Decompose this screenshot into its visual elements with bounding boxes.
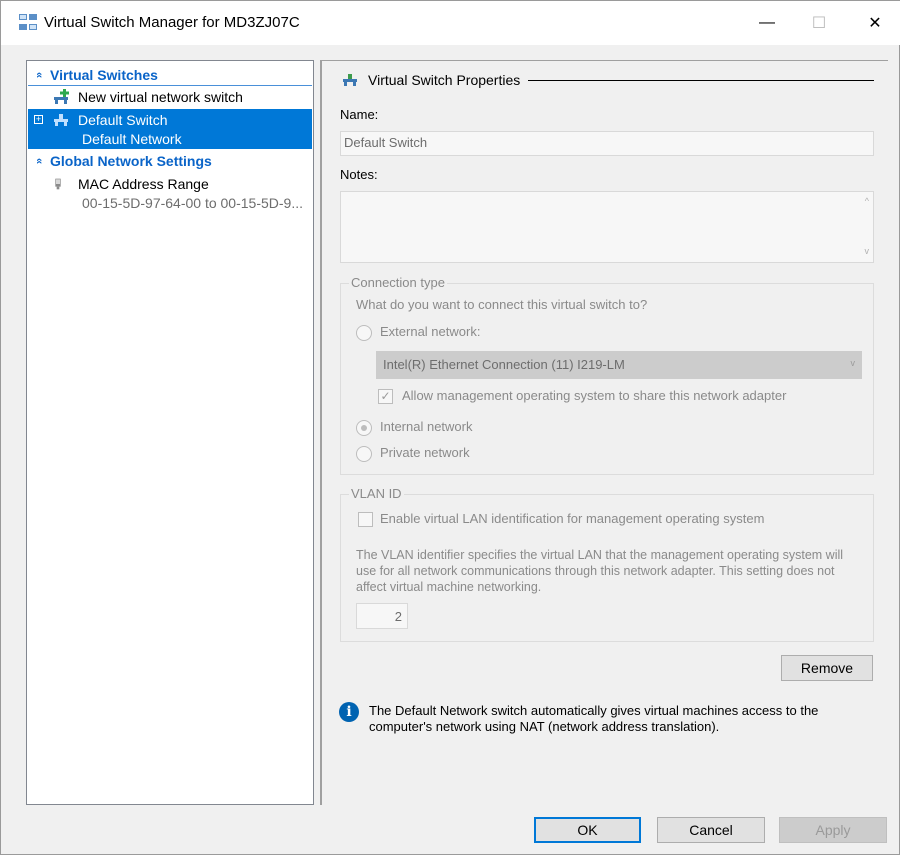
- maximize-button[interactable]: ☐: [793, 1, 845, 45]
- allow-management-checkbox[interactable]: ✓: [378, 389, 393, 404]
- apply-button[interactable]: Apply: [779, 817, 887, 843]
- private-network-label: Private network: [380, 445, 470, 460]
- internal-network-label: Internal network: [380, 419, 473, 434]
- cancel-button[interactable]: Cancel: [657, 817, 765, 843]
- connection-type-group: Connection type What do you want to conn…: [340, 275, 874, 475]
- vlan-description: The VLAN identifier specifies the virtua…: [356, 548, 844, 594]
- virtual-switches-group-header[interactable]: « Virtual Switches: [28, 64, 312, 86]
- title-bar[interactable]: Virtual Switch Manager for MD3ZJ07C — ☐ …: [1, 1, 900, 45]
- global-network-settings-header[interactable]: « Global Network Settings: [28, 150, 312, 172]
- virtual-switches-header-label: Virtual Switches: [50, 67, 158, 83]
- chevron-down-icon: v: [850, 358, 856, 368]
- global-settings-header-label: Global Network Settings: [50, 153, 212, 169]
- switch-tree-pane[interactable]: « Virtual Switches New virtual network s…: [26, 60, 314, 805]
- collapse-chevron-icon[interactable]: «: [33, 64, 45, 86]
- vlan-legend: VLAN ID: [349, 486, 404, 501]
- notes-field[interactable]: ^ v: [340, 191, 874, 263]
- name-field[interactable]: Default Switch: [340, 131, 874, 156]
- remove-button[interactable]: Remove: [781, 655, 873, 681]
- new-switch-label: New virtual network switch: [78, 89, 243, 105]
- minimize-button[interactable]: —: [741, 1, 793, 45]
- info-icon: i: [339, 702, 359, 722]
- connection-type-legend: Connection type: [349, 275, 447, 290]
- adapter-selected-value: Intel(R) Ethernet Connection (11) I219-L…: [383, 357, 625, 372]
- external-network-radio[interactable]: [356, 325, 372, 341]
- internal-network-radio[interactable]: [356, 420, 372, 436]
- mac-range-label: MAC Address Range: [78, 176, 209, 192]
- default-switch-label: Default Switch: [78, 112, 168, 128]
- properties-title: Virtual Switch Properties: [368, 72, 521, 88]
- notes-label: Notes:: [340, 167, 378, 182]
- network-adapter-icon: [55, 178, 61, 190]
- private-network-radio[interactable]: [356, 446, 372, 462]
- collapse-chevron-icon[interactable]: «: [33, 150, 45, 172]
- properties-section-title: Virtual Switch Properties: [340, 70, 874, 90]
- switch-properties-pane: Virtual Switch Properties Name: Default …: [320, 60, 888, 805]
- tree-item-default-switch[interactable]: + Default Switch Default Network: [28, 109, 312, 149]
- new-switch-icon: [54, 89, 69, 104]
- network-switch-icon: [343, 74, 357, 86]
- vlan-id-field[interactable]: 2: [356, 603, 408, 629]
- vlan-id-group: VLAN ID Enable virtual LAN identificatio…: [340, 486, 874, 642]
- close-button[interactable]: ✕: [849, 1, 900, 45]
- mac-range-value: 00-15-5D-97-64-00 to 00-15-5D-9...: [82, 195, 304, 211]
- network-adapter-select[interactable]: Intel(R) Ethernet Connection (11) I219-L…: [376, 351, 862, 379]
- connection-question: What do you want to connect this virtual…: [356, 297, 648, 312]
- enable-vlan-checkbox[interactable]: [358, 512, 373, 527]
- ok-button[interactable]: OK: [534, 817, 641, 843]
- allow-management-label: Allow management operating system to sha…: [402, 388, 787, 403]
- virtual-switch-manager-icon: [19, 14, 37, 30]
- scroll-up-icon[interactable]: ^: [865, 196, 869, 206]
- info-text: The Default Network switch automatically…: [369, 703, 819, 734]
- virtual-switch-manager-window: Virtual Switch Manager for MD3ZJ07C — ☐ …: [0, 0, 900, 855]
- external-network-label: External network:: [380, 324, 481, 339]
- scroll-down-icon[interactable]: v: [865, 246, 870, 256]
- default-switch-sublabel: Default Network: [82, 131, 182, 147]
- title-rule: [528, 79, 874, 81]
- expand-icon[interactable]: +: [34, 115, 43, 124]
- enable-vlan-label: Enable virtual LAN identification for ma…: [380, 511, 765, 526]
- window-title: Virtual Switch Manager for MD3ZJ07C: [44, 14, 300, 31]
- tree-item-mac-address-range[interactable]: MAC Address Range 00-15-5D-97-64-00 to 0…: [28, 173, 312, 213]
- network-switch-icon: [54, 114, 68, 126]
- tree-item-new-switch[interactable]: New virtual network switch: [28, 86, 312, 108]
- name-label: Name:: [340, 107, 379, 122]
